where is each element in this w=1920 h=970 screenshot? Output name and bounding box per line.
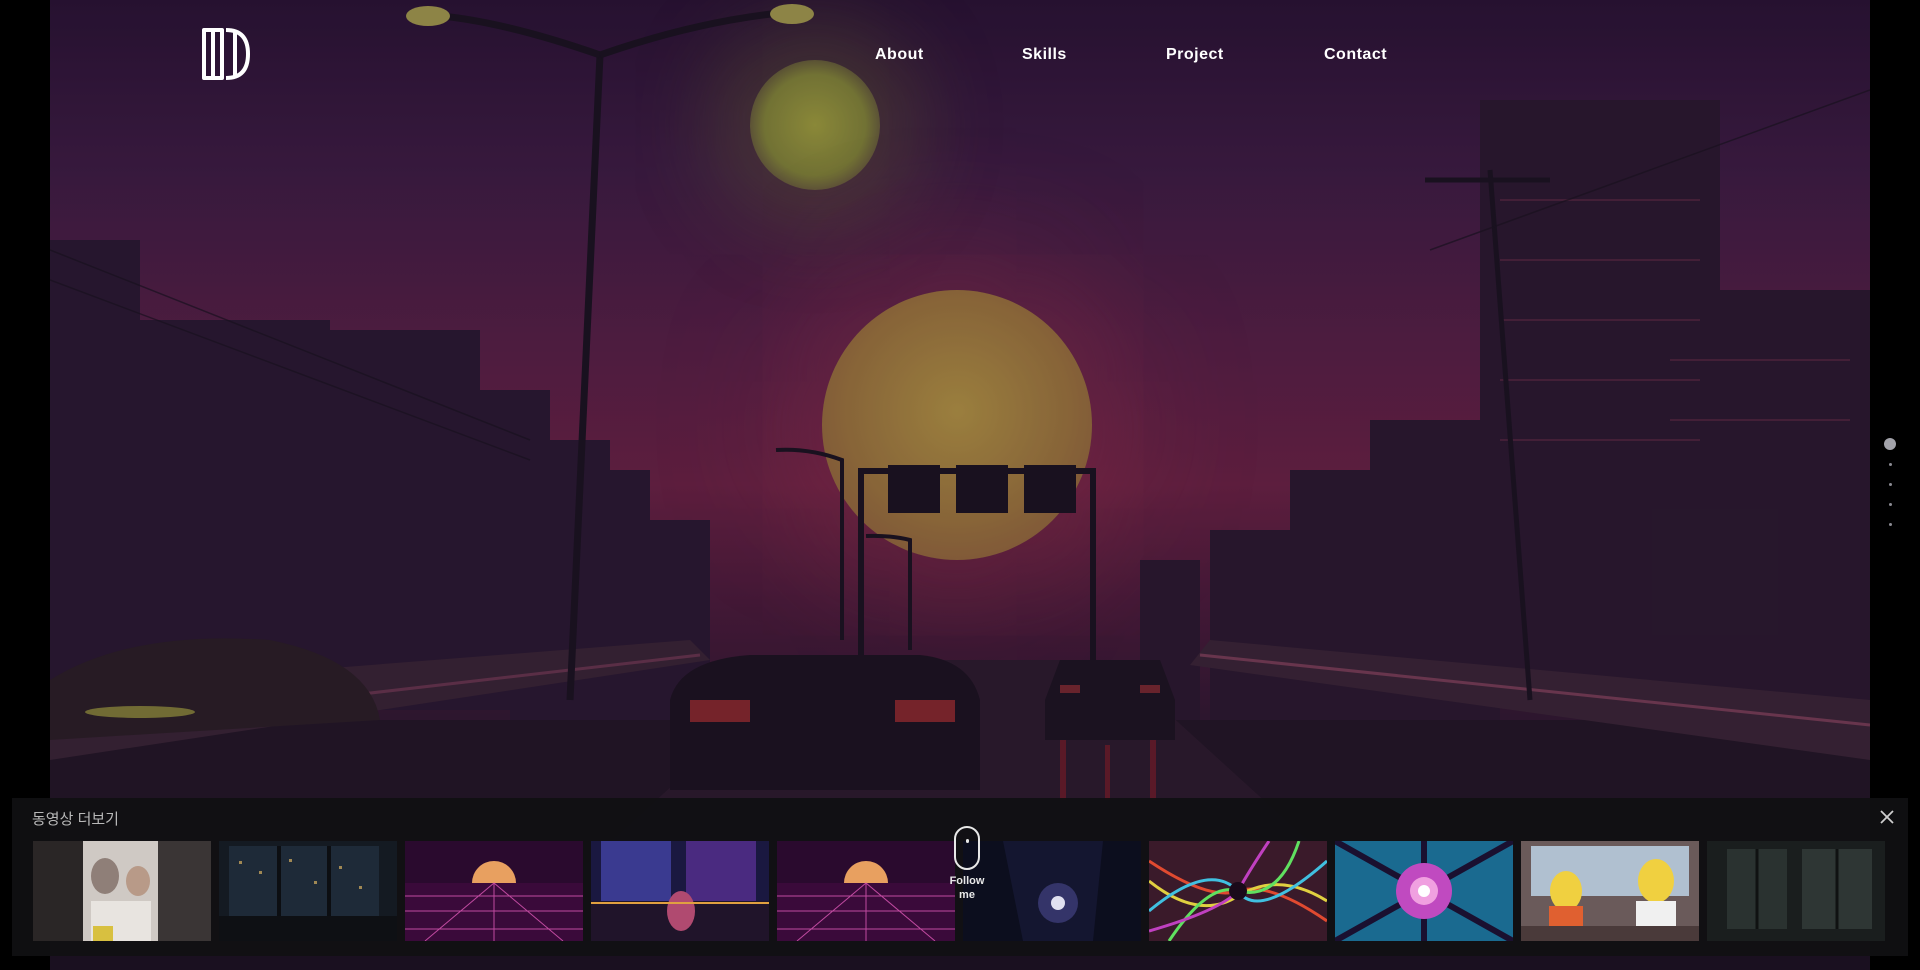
video-thumbnail-2[interactable]	[219, 841, 397, 941]
video-thumbnail-10[interactable]	[1707, 841, 1885, 941]
video-thumbnail-7[interactable]	[1149, 841, 1327, 941]
site-logo[interactable]	[200, 26, 252, 82]
nav-project[interactable]: Project	[1166, 46, 1224, 64]
scroll-hint[interactable]: Follow me	[942, 826, 992, 902]
section-dot-5[interactable]	[1889, 523, 1892, 526]
video-thumbnail-5[interactable]	[777, 841, 955, 941]
hero-bottom-edge	[50, 956, 1870, 970]
video-thumbnail-3[interactable]	[405, 841, 583, 941]
scroll-hint-label: Follow me	[949, 875, 985, 901]
nav-skills[interactable]: Skills	[1022, 46, 1067, 64]
section-dot-2[interactable]	[1889, 463, 1892, 466]
video-thumbnail-1[interactable]	[33, 841, 211, 941]
video-thumbnail-4[interactable]	[591, 841, 769, 941]
nav-contact[interactable]: Contact	[1324, 46, 1387, 64]
video-thumbnail-9[interactable]	[1521, 841, 1699, 941]
mouse-scroll-icon	[954, 826, 980, 870]
video-thumbnail-8[interactable]	[1335, 841, 1513, 941]
section-dot-1[interactable]	[1884, 438, 1896, 450]
more-videos-title: 동영상 더보기	[32, 811, 119, 828]
section-dot-3[interactable]	[1889, 483, 1892, 486]
nav-about[interactable]: About	[875, 46, 924, 64]
close-icon[interactable]	[1876, 806, 1898, 828]
section-dot-4[interactable]	[1889, 503, 1892, 506]
